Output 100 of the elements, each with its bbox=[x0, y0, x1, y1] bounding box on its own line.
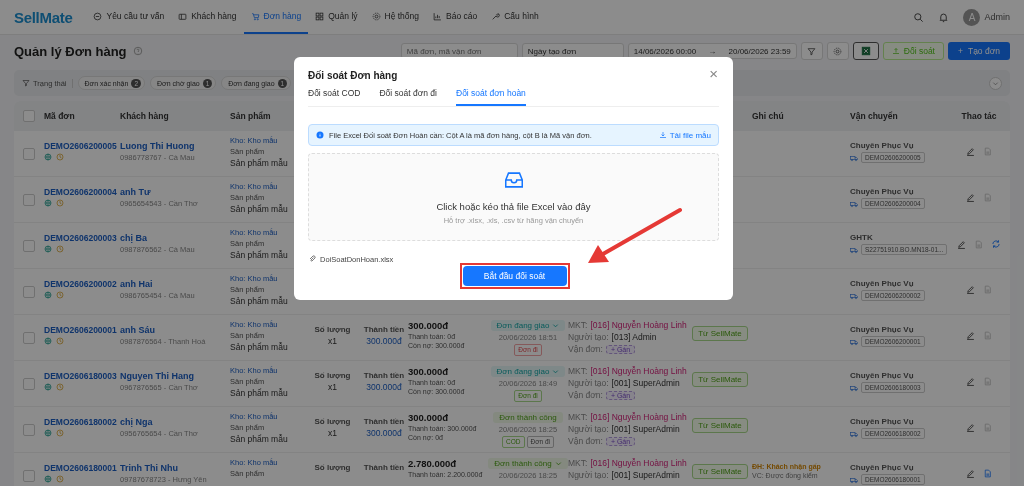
row-checkbox[interactable] bbox=[23, 194, 35, 206]
clock-icon bbox=[56, 291, 64, 299]
customer-name-link[interactable]: Nguyen Thi Hang bbox=[120, 371, 230, 381]
date-range-field[interactable]: 14/06/2026 00:00 → 20/06/2026 23:59 bbox=[627, 43, 797, 59]
quantity-label: Số lượng bbox=[314, 371, 351, 380]
customer-name-link[interactable]: Luong Thi Huong bbox=[120, 141, 230, 151]
order-code-link[interactable]: DEMO2606200005 bbox=[44, 141, 120, 151]
nav-tab[interactable]: Đơn hàng bbox=[243, 0, 309, 34]
order-amount: 300.000đ bbox=[408, 320, 450, 331]
document-button[interactable] bbox=[983, 193, 992, 202]
order-amount: 300.000đ bbox=[408, 366, 450, 377]
inbox-icon bbox=[502, 169, 525, 191]
document-button[interactable] bbox=[983, 469, 992, 478]
excel-button[interactable] bbox=[852, 42, 879, 60]
globe-icon bbox=[44, 337, 52, 345]
quantity-value: x1 bbox=[328, 382, 337, 392]
refresh-button[interactable] bbox=[991, 239, 1001, 249]
order-code-link[interactable]: DEMO2606180001 bbox=[44, 463, 120, 473]
status-dropdown[interactable]: Đơn đang giao bbox=[490, 320, 566, 331]
refresh-icon bbox=[991, 239, 1001, 249]
document-button[interactable] bbox=[983, 377, 992, 386]
create-order-button[interactable]: + Tạo đơn bbox=[948, 42, 1010, 60]
nav-tab[interactable]: Yêu cầu tư vấn bbox=[86, 0, 172, 34]
status-dropdown[interactable]: Đơn thành công bbox=[493, 412, 563, 423]
status-dropdown[interactable]: Đơn đang giao bbox=[490, 366, 566, 377]
row-checkbox[interactable] bbox=[23, 240, 35, 252]
document-icon bbox=[974, 239, 983, 249]
document-button[interactable] bbox=[983, 423, 992, 432]
customer-name-link[interactable]: chị Ba bbox=[120, 233, 230, 243]
edit-button[interactable] bbox=[966, 331, 975, 340]
dialog-tab[interactable]: Đối soát đơn hoàn bbox=[456, 88, 526, 106]
edit-button[interactable] bbox=[966, 193, 975, 202]
document-button[interactable] bbox=[983, 331, 992, 340]
order-code-link[interactable]: DEMO2606200001 bbox=[44, 325, 120, 335]
row-checkbox[interactable] bbox=[23, 378, 35, 390]
pencil-icon bbox=[966, 285, 975, 294]
truck-icon bbox=[850, 153, 858, 162]
edit-button[interactable] bbox=[957, 239, 966, 249]
order-code-link[interactable]: DEMO2606180003 bbox=[44, 371, 120, 381]
document-icon bbox=[983, 377, 992, 386]
row-checkbox[interactable] bbox=[23, 332, 35, 344]
app-logo[interactable]: SellMate bbox=[14, 8, 73, 26]
chevron-down-icon bbox=[552, 368, 560, 375]
nav-tab[interactable]: Cấu hình bbox=[484, 0, 546, 34]
clock-icon bbox=[56, 475, 64, 483]
order-code-link[interactable]: DEMO2606180002 bbox=[44, 417, 120, 427]
source-tag: Từ SellMate bbox=[692, 372, 748, 387]
start-reconcile-button[interactable]: Bắt đầu đối soát bbox=[462, 266, 567, 286]
truck-icon bbox=[850, 291, 858, 300]
bell-icon bbox=[938, 11, 950, 23]
filter-button[interactable] bbox=[800, 42, 823, 60]
nav-tab[interactable]: Khách hàng bbox=[171, 0, 244, 34]
order-code-link[interactable]: DEMO2606200004 bbox=[44, 187, 120, 197]
pencil-icon bbox=[966, 147, 975, 156]
total-label: Thành tiền bbox=[363, 417, 405, 426]
upload-icon bbox=[891, 47, 900, 55]
quantity-value: x1 bbox=[328, 428, 337, 438]
select-all-checkbox[interactable] bbox=[23, 110, 35, 122]
customer-name-link[interactable]: anh Hai bbox=[120, 279, 230, 289]
order-code-link[interactable]: DEMO2606200002 bbox=[44, 279, 120, 289]
waybill-label: Vận đơn: bbox=[568, 344, 603, 354]
edit-button[interactable] bbox=[966, 285, 975, 294]
customer-name-link[interactable]: anh Tư bbox=[120, 187, 230, 197]
user-name[interactable]: Admin bbox=[984, 12, 1010, 22]
row-checkbox[interactable] bbox=[23, 424, 35, 436]
quantity-label: Số lượng bbox=[314, 463, 351, 472]
row-checkbox[interactable] bbox=[23, 286, 35, 298]
settings-button[interactable] bbox=[826, 42, 849, 60]
order-amount: 2.780.000đ bbox=[408, 458, 458, 469]
expand-button[interactable] bbox=[989, 76, 1002, 90]
document-button[interactable] bbox=[983, 285, 992, 294]
quantity-label: Số lượng bbox=[314, 325, 351, 334]
order-code-link[interactable]: DEMO2606200003 bbox=[44, 233, 120, 243]
carrier-name: GHTK bbox=[850, 233, 874, 242]
truck-icon bbox=[850, 475, 858, 484]
edit-button[interactable] bbox=[966, 423, 975, 432]
carrier-name: Chuyên Phục Vụ bbox=[850, 279, 915, 288]
reconcile-button[interactable]: Đối soát bbox=[882, 42, 944, 60]
customer-name-link[interactable]: chị Nga bbox=[120, 417, 230, 427]
close-button[interactable]: × bbox=[706, 65, 721, 82]
document-button[interactable] bbox=[974, 239, 983, 249]
edit-button[interactable] bbox=[966, 377, 975, 386]
row-checkbox[interactable] bbox=[23, 148, 35, 160]
nav-tab[interactable]: Báo cáo bbox=[426, 0, 485, 34]
edit-button[interactable] bbox=[966, 147, 975, 156]
status-dropdown[interactable]: Đơn thành công bbox=[488, 458, 568, 469]
nav-tab[interactable]: Quản lý bbox=[308, 0, 365, 34]
filter-icon bbox=[22, 79, 30, 87]
product-name: Sản phẩm mẫu bbox=[230, 388, 289, 398]
customer-name-link[interactable]: anh Sáu bbox=[120, 325, 230, 335]
dialog-tab[interactable]: Đối soát COD bbox=[308, 88, 361, 106]
creator-label: Người tạo: bbox=[568, 332, 609, 342]
dialog-tab[interactable]: Đối soát đơn đi bbox=[379, 88, 437, 106]
customer-name-link[interactable]: Trinh Thi Nhu bbox=[120, 463, 230, 473]
download-template-link[interactable]: Tải file mẫu bbox=[658, 130, 711, 140]
edit-button[interactable] bbox=[966, 469, 975, 478]
row-checkbox[interactable] bbox=[23, 470, 35, 482]
document-button[interactable] bbox=[983, 147, 992, 156]
nav-tab[interactable]: Hệ thống bbox=[364, 0, 427, 34]
total-value: 300.000đ bbox=[366, 428, 402, 438]
